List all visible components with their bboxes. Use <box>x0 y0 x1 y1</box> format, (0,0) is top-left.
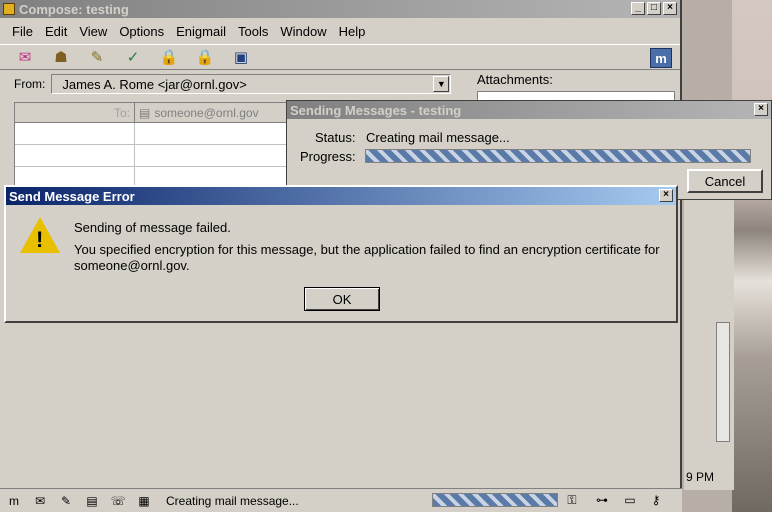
cancel-button[interactable]: Cancel <box>687 169 763 193</box>
menu-file[interactable]: File <box>6 24 39 39</box>
security-icon[interactable]: 🔒 <box>154 47 184 67</box>
address-icon[interactable]: ☗ <box>46 47 76 67</box>
signature-icon: ⚷ <box>651 493 661 507</box>
error-line-3: someone@ornl.gov. <box>74 258 190 273</box>
menu-help[interactable]: Help <box>333 24 372 39</box>
close-button[interactable]: × <box>659 189 673 202</box>
background-scrollbar[interactable] <box>716 322 730 442</box>
compose-icon[interactable]: ✎ <box>56 493 76 509</box>
statusbar: m ✉ ✎ ▤ ☏ ▦ Creating mail message... ⚿ ⊶… <box>0 488 682 512</box>
mozilla-icon[interactable]: m <box>4 493 24 509</box>
error-titlebar: Send Message Error × <box>6 187 676 205</box>
clock-fragment: 9 PM <box>686 470 715 484</box>
menu-edit[interactable]: Edit <box>39 24 73 39</box>
attachments-label: Attachments: <box>477 72 553 87</box>
close-button[interactable]: × <box>754 103 768 116</box>
sending-titlebar: Sending Messages - testing × <box>287 101 771 119</box>
from-label: From: <box>14 77 46 91</box>
chat-icon[interactable]: ☏ <box>108 493 128 509</box>
status-value: Creating mail message... <box>366 130 510 145</box>
error-title: Send Message Error <box>9 188 135 204</box>
maximize-button[interactable]: □ <box>647 2 661 15</box>
status-text: Creating mail message... <box>166 493 299 508</box>
from-value: James A. Rome <jar@ornl.gov> <box>62 76 247 92</box>
attach-icon[interactable]: ✎ <box>82 47 112 67</box>
menu-options[interactable]: Options <box>113 24 170 39</box>
status-label: Status: <box>315 130 356 145</box>
from-row: From: James A. Rome <jar@ornl.gov> ▼ <box>14 74 452 94</box>
app-icon <box>3 3 15 15</box>
menu-window[interactable]: Window <box>274 24 332 39</box>
online-icon[interactable]: ⊶ <box>592 492 612 508</box>
encrypt-icon: ▭ <box>624 493 636 507</box>
progress-bar <box>365 149 751 163</box>
menu-view[interactable]: View <box>73 24 113 39</box>
warning-icon-mark: ! <box>36 227 44 252</box>
to-label: To: <box>113 105 130 120</box>
error-line-2: You specified encryption for this messag… <box>74 242 660 257</box>
save-icon[interactable]: ▣ <box>226 47 256 67</box>
chevron-down-icon[interactable]: ▼ <box>433 76 450 92</box>
error-line-1: Sending of message failed. <box>74 220 231 235</box>
compose-toolbar: ✉ ☗ ✎ ✓ 🔒 🔒 ▣ m <box>0 44 680 70</box>
address-row[interactable]: To: ▤ someone@ornl.gov <box>15 103 289 123</box>
calendar-icon[interactable]: ▦ <box>134 493 154 509</box>
spell-icon[interactable]: ✓ <box>118 47 148 67</box>
from-select[interactable]: James A. Rome <jar@ornl.gov> ▼ <box>51 74 452 94</box>
address-input[interactable]: ▤ someone@ornl.gov <box>135 103 259 122</box>
menu-enigmail[interactable]: Enigmail <box>170 24 232 39</box>
address-type-select[interactable]: To: <box>15 103 135 122</box>
address-row-empty[interactable] <box>15 145 289 167</box>
address-book-icon[interactable]: ▤ <box>82 493 102 509</box>
key-icon: ⚿ <box>567 492 577 507</box>
address-table: To: ▤ someone@ornl.gov <box>14 102 290 189</box>
brand-logo: m <box>650 48 672 68</box>
card-icon: ▤ <box>139 105 151 120</box>
error-dialog: Send Message Error × ! Sending of messag… <box>4 185 678 323</box>
enigmail-icon[interactable]: 🔒 <box>190 47 220 67</box>
ok-button[interactable]: OK <box>304 287 380 311</box>
sending-title: Sending Messages - testing <box>290 102 462 118</box>
close-button[interactable]: × <box>663 2 677 15</box>
to-value: someone@ornl.gov <box>154 105 259 120</box>
status-progress-bar <box>432 493 558 507</box>
minimize-button[interactable]: _ <box>631 2 645 15</box>
menubar: File Edit View Options Enigmail Tools Wi… <box>0 20 680 42</box>
address-row-empty[interactable] <box>15 123 289 145</box>
compose-titlebar: Compose: testing _ □ × <box>0 0 680 18</box>
mail-icon[interactable]: ✉ <box>30 493 50 509</box>
menu-tools[interactable]: Tools <box>232 24 274 39</box>
compose-title: Compose: testing <box>19 1 129 17</box>
progress-label: Progress: <box>300 149 356 164</box>
send-icon[interactable]: ✉ <box>10 47 40 67</box>
desktop-photo <box>732 0 772 512</box>
